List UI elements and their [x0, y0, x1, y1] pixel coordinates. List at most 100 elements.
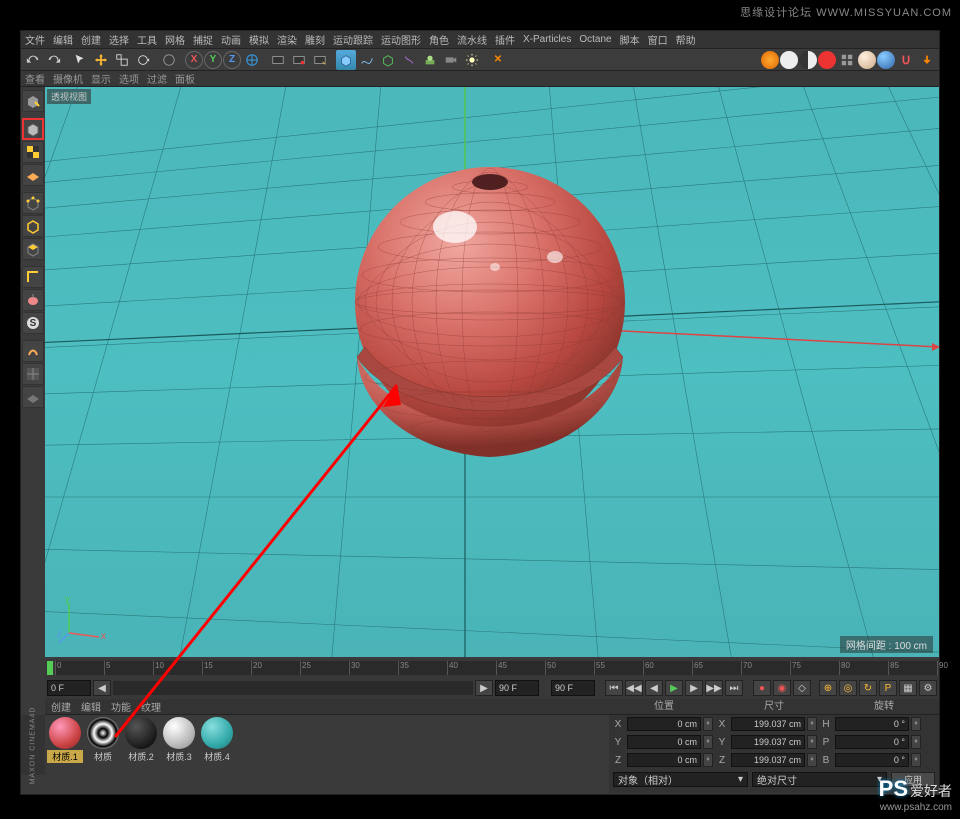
tweak-button[interactable]	[22, 340, 44, 362]
model-mode-button[interactable]	[22, 118, 44, 140]
status-white-icon[interactable]	[780, 51, 798, 69]
viewmenu-4[interactable]: 过滤	[147, 71, 167, 86]
material-0[interactable]: 材质.1	[47, 717, 83, 773]
size-Y[interactable]: 199.037 cm	[731, 735, 805, 749]
coord-mode-select[interactable]: 对象（相对）▾	[613, 772, 748, 787]
menu-5[interactable]: 网格	[165, 32, 185, 47]
menu-18[interactable]: 脚本	[620, 32, 640, 47]
record-button[interactable]: ●	[753, 680, 771, 696]
matmenu-2[interactable]: 功能	[111, 699, 131, 714]
edges-mode-button[interactable]	[22, 215, 44, 237]
menu-8[interactable]: 模拟	[249, 32, 269, 47]
autokey-button[interactable]: ◉	[773, 680, 791, 696]
matmenu-0[interactable]: 创建	[51, 699, 71, 714]
move-tool[interactable]	[91, 50, 111, 70]
octane-icon[interactable]	[761, 51, 779, 69]
viewmenu-0[interactable]: 查看	[25, 71, 45, 86]
key-options-button[interactable]: ⚙	[919, 680, 937, 696]
menu-6[interactable]: 捕捉	[193, 32, 213, 47]
menu-0[interactable]: 文件	[25, 32, 45, 47]
timeline-slider[interactable]	[113, 681, 473, 695]
rot-H[interactable]: 0 °	[835, 717, 909, 731]
size-X[interactable]: 199.037 cm	[731, 717, 805, 731]
menu-16[interactable]: X-Particles	[523, 34, 571, 45]
snap-toggle[interactable]: S	[22, 312, 44, 334]
menu-12[interactable]: 运动图形	[381, 32, 421, 47]
pos-Z[interactable]: 0 cm	[627, 753, 701, 767]
keyframe-button[interactable]: ◇	[793, 680, 811, 696]
render-pv-button[interactable]	[289, 50, 309, 70]
menu-7[interactable]: 动画	[221, 32, 241, 47]
material-4[interactable]: 材质.4	[199, 717, 235, 773]
start-frame-input[interactable]: 0 F	[47, 680, 91, 696]
slider-next[interactable]: ▶	[475, 680, 493, 696]
size-Z[interactable]: 199.037 cm	[731, 753, 805, 767]
axis-tool[interactable]	[22, 266, 44, 288]
x-axis-toggle[interactable]: X	[185, 51, 203, 69]
rot-P[interactable]: 0 °	[835, 735, 909, 749]
rotate-tool[interactable]	[133, 50, 153, 70]
key-param-button[interactable]: P	[879, 680, 897, 696]
next-frame-button[interactable]: ▶	[685, 680, 703, 696]
next-key-button[interactable]: ▶▶	[705, 680, 723, 696]
goto-end-button[interactable]: ⏭	[725, 680, 743, 696]
prev-key-button[interactable]: ◀◀	[625, 680, 643, 696]
timeline-start-marker[interactable]	[47, 661, 53, 675]
polygons-mode-button[interactable]	[22, 238, 44, 260]
sphere-object[interactable]	[345, 167, 635, 457]
key-rot-button[interactable]: ↻	[859, 680, 877, 696]
layout-icon[interactable]	[837, 50, 857, 70]
z-axis-toggle[interactable]: Z	[223, 51, 241, 69]
select-tool[interactable]	[70, 50, 90, 70]
timeline-track[interactable]: 051015202530354045505560657075808590	[55, 661, 937, 675]
menu-3[interactable]: 选择	[109, 32, 129, 47]
workplane-button[interactable]	[22, 164, 44, 186]
viewmenu-5[interactable]: 面板	[175, 71, 195, 86]
menu-9[interactable]: 渲染	[277, 32, 297, 47]
pos-Y[interactable]: 0 cm	[627, 735, 701, 749]
menu-14[interactable]: 流水线	[457, 32, 487, 47]
end-frame-input[interactable]: 90 F	[495, 680, 539, 696]
recent-tool[interactable]	[159, 50, 179, 70]
menu-20[interactable]: 帮助	[676, 32, 696, 47]
rot-B[interactable]: 0 °	[835, 753, 909, 767]
current-frame-input[interactable]: 90 F	[551, 680, 595, 696]
size-mode-select[interactable]: 绝对尺寸▾	[752, 772, 887, 787]
magnet-icon[interactable]	[896, 50, 916, 70]
make-editable-button[interactable]	[22, 90, 44, 112]
prev-frame-button[interactable]: ◀	[645, 680, 663, 696]
world-toggle[interactable]	[242, 50, 262, 70]
status-half-icon[interactable]	[799, 51, 817, 69]
pos-X[interactable]: 0 cm	[627, 717, 701, 731]
points-mode-button[interactable]	[22, 192, 44, 214]
menu-19[interactable]: 窗口	[648, 32, 668, 47]
matmenu-3[interactable]: 纹理	[141, 699, 161, 714]
viewport[interactable]: 透视视图	[45, 87, 939, 657]
sphere-cream-icon[interactable]	[858, 51, 876, 69]
menu-13[interactable]: 角色	[429, 32, 449, 47]
timeline-ruler[interactable]: 051015202530354045505560657075808590	[45, 659, 939, 677]
material-3[interactable]: 材质.3	[161, 717, 197, 773]
light-tool[interactable]	[462, 50, 482, 70]
deformer-tool[interactable]	[399, 50, 419, 70]
undo-button[interactable]	[23, 50, 43, 70]
xp-icon[interactable]: ✕	[488, 50, 508, 70]
scale-tool[interactable]	[112, 50, 132, 70]
key-pos-button[interactable]: ⊕	[819, 680, 837, 696]
menu-1[interactable]: 编辑	[53, 32, 73, 47]
menu-17[interactable]: Octane	[579, 34, 611, 45]
viewmenu-2[interactable]: 显示	[91, 71, 111, 86]
viewport-solo-button[interactable]	[22, 363, 44, 385]
render-settings-button[interactable]	[310, 50, 330, 70]
generator-tool[interactable]	[378, 50, 398, 70]
environment-tool[interactable]	[420, 50, 440, 70]
viewmenu-1[interactable]: 摄像机	[53, 71, 83, 86]
texture-mode-button[interactable]	[22, 141, 44, 163]
sphere-blue-icon[interactable]	[877, 51, 895, 69]
menu-11[interactable]: 运动跟踪	[333, 32, 373, 47]
menu-4[interactable]: 工具	[137, 32, 157, 47]
menu-10[interactable]: 雕刻	[305, 32, 325, 47]
play-button[interactable]: ▶	[665, 680, 683, 696]
spline-tool[interactable]	[357, 50, 377, 70]
y-axis-toggle[interactable]: Y	[204, 51, 222, 69]
